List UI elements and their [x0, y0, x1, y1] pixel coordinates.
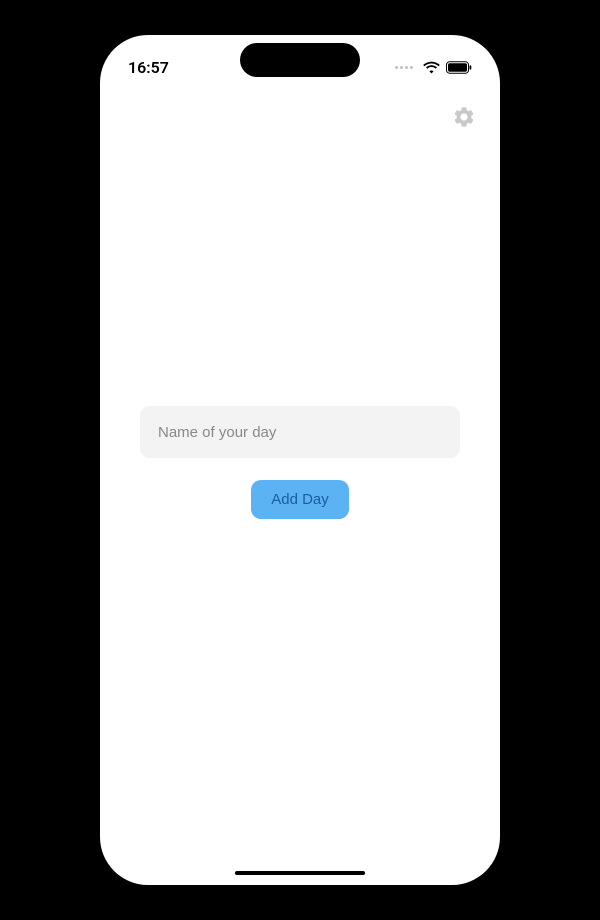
app-header	[100, 91, 500, 146]
status-bar: 16:57	[100, 43, 500, 91]
phone-frame: 16:57	[100, 35, 500, 885]
home-indicator[interactable]	[235, 871, 365, 875]
settings-button[interactable]	[448, 101, 480, 136]
wifi-icon	[423, 61, 440, 74]
battery-icon	[446, 61, 472, 74]
day-name-input[interactable]	[140, 406, 460, 458]
main-content: Add Day	[100, 406, 500, 519]
add-day-button[interactable]: Add Day	[251, 480, 349, 519]
gear-icon	[452, 105, 476, 129]
device-notch	[240, 43, 360, 77]
cellular-dots-icon	[395, 66, 413, 69]
status-icons	[395, 61, 472, 74]
status-time: 16:57	[128, 58, 169, 77]
